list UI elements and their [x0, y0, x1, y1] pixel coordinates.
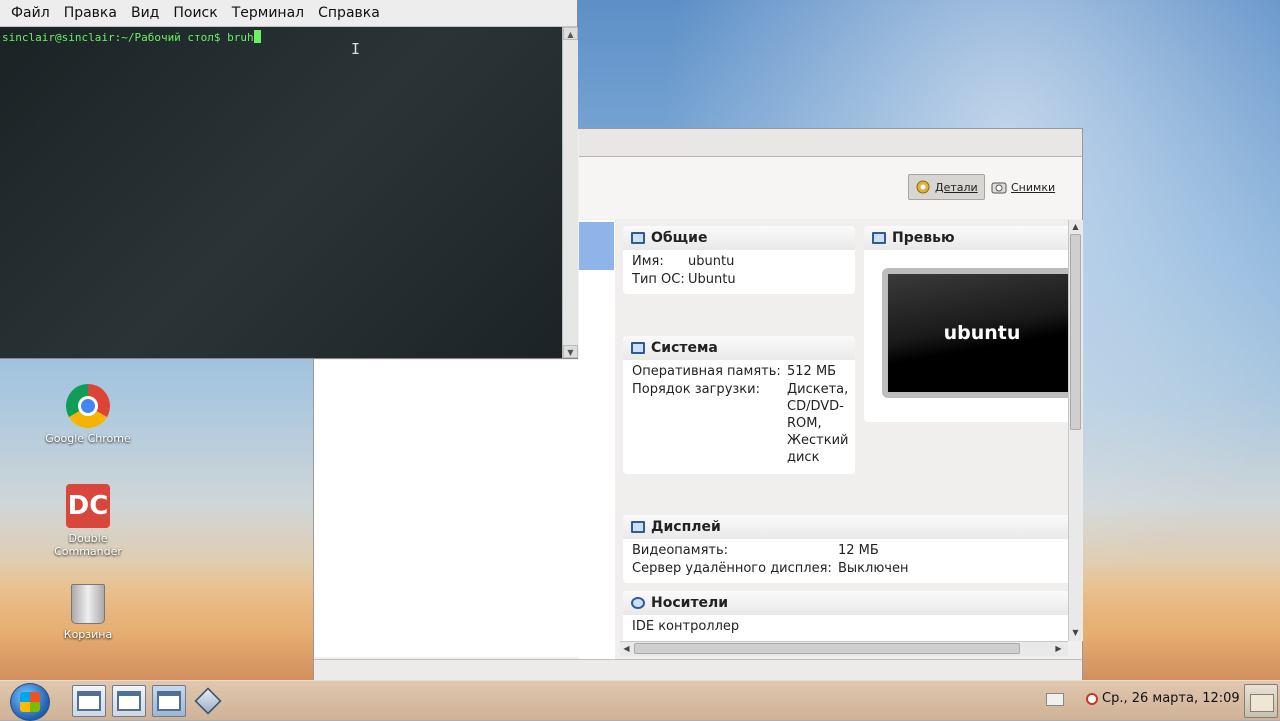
monitor-icon	[872, 232, 886, 244]
virtualbox-icon	[194, 687, 222, 715]
boot-order-label: Порядок загрузки:	[632, 382, 760, 397]
terminal-scrollbar[interactable]: ▲ ▼	[562, 27, 578, 358]
snapshots-label: Снимки	[1011, 180, 1056, 194]
ide-controller-label: IDE контроллер	[632, 619, 740, 634]
vm-preview-screen: ubuntu	[882, 268, 1068, 398]
clock-icon	[1086, 692, 1098, 705]
details-vertical-scrollbar[interactable]: ▲ ▼	[1068, 220, 1083, 641]
disk-icon	[631, 597, 645, 609]
terminal-prompt-line: sinclair@sinclair:~/Рабочий стол$ bruh	[2, 30, 261, 44]
system-panel: Система Оперативная память: 512 МБ Поряд…	[623, 336, 855, 474]
desktop-icon-label: Корзина	[63, 628, 113, 641]
menu-view[interactable]: Вид	[124, 5, 166, 21]
vm-list-item-selected[interactable]	[579, 222, 614, 270]
scroll-down-arrow[interactable]: ▼	[563, 345, 578, 358]
general-panel: Общие Имя: ubuntu Тип ОС: Ubuntu	[623, 226, 855, 294]
os-type-value: Ubuntu	[688, 272, 736, 287]
remote-display-value: Выключен	[838, 561, 909, 576]
general-header[interactable]: Общие	[623, 226, 855, 250]
start-button[interactable]	[10, 683, 50, 721]
taskbar-virtualbox-button[interactable]	[192, 684, 226, 718]
desktop-icon-trash[interactable]: Корзина	[33, 584, 143, 641]
mouse-ibeam-cursor: I	[351, 40, 361, 58]
name-value: ubuntu	[688, 254, 735, 269]
scroll-up-arrow[interactable]: ▲	[563, 27, 578, 40]
taskbar: Ср., 26 марта, 12:09	[0, 680, 1280, 721]
desktop-icon-label: Google Chrome	[45, 432, 131, 445]
mail-icon[interactable]	[1046, 693, 1064, 706]
details-label: Детали	[935, 180, 978, 194]
taskbar-window-button[interactable]	[72, 685, 106, 717]
vbox-toolbar: Детали Снимки	[579, 157, 1082, 219]
scroll-down-arrow[interactable]: ▼	[1069, 626, 1082, 639]
windows-logo-icon	[20, 692, 40, 712]
desktop-icon-chrome[interactable]: Google Chrome	[33, 384, 143, 445]
vm-list-area[interactable]	[314, 360, 615, 657]
menu-terminal[interactable]: Терминал	[225, 5, 311, 21]
preview-title: Превью	[892, 230, 955, 246]
scroll-right-arrow[interactable]: ▶	[1052, 642, 1065, 655]
terminal-output[interactable]: sinclair@sinclair:~/Рабочий стол$ bruh	[0, 27, 562, 358]
menu-file[interactable]: Файл	[4, 5, 57, 21]
boot-order-line: CD/DVD-	[787, 399, 844, 414]
vbox-titlebar[interactable]	[579, 129, 1082, 157]
boot-order-line: ROM,	[787, 416, 822, 431]
storage-title: Носители	[651, 595, 729, 611]
chip-icon	[631, 342, 645, 354]
remote-display-label: Сервер удалённого дисплея:	[632, 561, 832, 576]
menu-help[interactable]: Справка	[311, 5, 387, 21]
general-title: Общие	[651, 230, 708, 246]
taskbar-clock[interactable]: Ср., 26 марта, 12:09	[1086, 691, 1240, 706]
display-icon	[631, 521, 645, 533]
vbox-statusbar	[314, 659, 1082, 680]
boot-order-line: диск	[787, 450, 820, 465]
system-header[interactable]: Система	[623, 336, 855, 360]
scroll-left-arrow[interactable]: ◀	[620, 642, 633, 655]
terminal-window: Файл Правка Вид Поиск Терминал Справка s…	[0, 0, 578, 359]
desktop-icon-label: Double Commander	[54, 532, 122, 558]
gear-icon	[916, 180, 930, 194]
preview-header[interactable]: Превью	[864, 226, 1068, 250]
details-horizontal-scrollbar[interactable]: ◀ ▶	[620, 641, 1068, 656]
storage-header[interactable]: Носители	[623, 591, 1068, 615]
preview-panel: Превью ubuntu	[864, 226, 1068, 422]
display-panel: Дисплей Видеопамять: 12 МБ Сервер удалён…	[623, 515, 1068, 583]
trash-icon	[71, 584, 105, 624]
scroll-thumb[interactable]	[634, 643, 1020, 654]
os-type-label: Тип ОС:	[632, 272, 685, 287]
boot-order-line: Дискета,	[787, 382, 849, 397]
terminal-menubar: Файл Правка Вид Поиск Терминал Справка	[0, 0, 577, 27]
video-memory-label: Видеопамять:	[632, 543, 729, 558]
double-commander-icon: DC	[66, 484, 110, 528]
terminal-cursor	[253, 30, 261, 43]
monitor-icon	[631, 232, 645, 244]
menu-edit[interactable]: Правка	[57, 5, 124, 21]
chrome-icon	[66, 384, 110, 428]
details-button[interactable]: Детали	[908, 174, 985, 200]
vm-preview-text: ubuntu	[888, 274, 1068, 392]
system-title: Система	[651, 340, 718, 356]
terminal-prompt-text: sinclair@sinclair:~/Рабочий стол$ bruh	[2, 31, 254, 44]
name-label: Имя:	[632, 254, 664, 269]
desktop-icon-double-commander[interactable]: DC Double Commander	[33, 484, 143, 558]
scroll-thumb[interactable]	[1070, 234, 1081, 430]
show-desktop-button[interactable]	[1244, 684, 1278, 718]
taskbar-window-button[interactable]	[152, 685, 186, 717]
details-pane: Общие Имя: ubuntu Тип ОС: Ubuntu Превью …	[620, 220, 1068, 656]
clock-text: Ср., 26 марта, 12:09	[1102, 691, 1240, 706]
menu-search[interactable]: Поиск	[166, 5, 224, 21]
video-memory-value: 12 МБ	[838, 543, 879, 558]
scroll-up-arrow[interactable]: ▲	[1069, 220, 1082, 233]
memory-label: Оперативная память:	[632, 364, 781, 379]
display-title: Дисплей	[651, 519, 721, 535]
memory-value: 512 МБ	[787, 364, 837, 379]
camera-icon	[991, 182, 1007, 194]
display-header[interactable]: Дисплей	[623, 515, 1068, 539]
boot-order-line: Жесткий	[787, 433, 849, 448]
snapshots-button[interactable]: Снимки	[985, 174, 1061, 200]
taskbar-window-button[interactable]	[112, 685, 146, 717]
